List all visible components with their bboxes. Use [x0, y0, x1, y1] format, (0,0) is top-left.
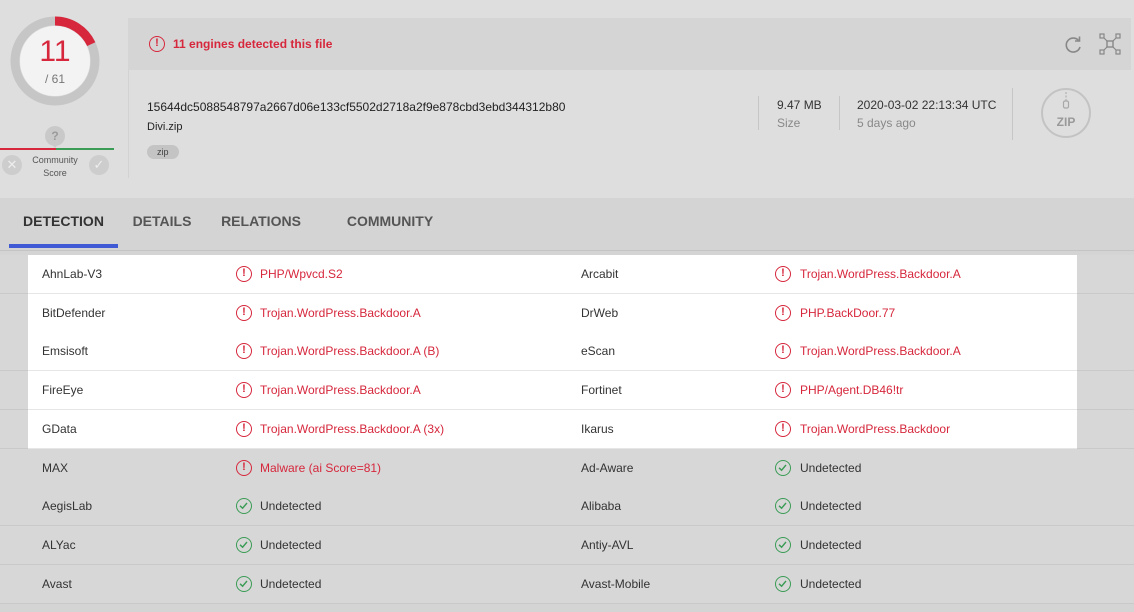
- zip-file-type-label: ZIP: [1056, 115, 1076, 129]
- table-row: AhnLab-V3! PHP/Wpvcd.S2 Arcabit! Trojan.Wor…: [0, 255, 1134, 294]
- community-score-negative-bar: [0, 148, 56, 150]
- detected-alert-icon: !: [236, 420, 252, 437]
- engine-name: BitDefender: [42, 305, 106, 320]
- result-undetected: Undetected: [800, 460, 862, 475]
- result-detection-label[interactable]: Trojan.WordPress.Backdoor: [800, 410, 950, 449]
- result-detection-label[interactable]: Trojan.WordPress.Backdoor.A: [260, 371, 421, 410]
- file-tag[interactable]: zip: [147, 145, 179, 159]
- engine-name: Arcabit: [581, 267, 619, 281]
- engine-name: Ikarus: [581, 421, 614, 436]
- undetected-check-icon: [775, 536, 791, 553]
- meta-divider: [839, 96, 840, 130]
- table-row: GData! Trojan.WordPress.Backdoor.A (3x) Ik…: [0, 409, 1134, 449]
- tabs-divider: [0, 250, 1134, 251]
- engine-name: Alibaba: [581, 499, 622, 514]
- analysis-date-relative: 5 days ago: [857, 116, 916, 130]
- undetected-check-icon: [775, 498, 791, 515]
- engine-name: GData: [42, 421, 77, 436]
- question-mark-icon: ?: [45, 126, 65, 148]
- graph-view-icon[interactable]: [1099, 33, 1121, 55]
- detection-banner: ! 11 engines detected this file: [128, 18, 1131, 70]
- undetected-check-icon: [775, 459, 791, 476]
- result-undetected: Undetected: [800, 537, 862, 552]
- engine-name: Avast-Mobile: [581, 576, 651, 591]
- report-tabs: DETECTION DETAILS RELATIONS COMMUNITY: [0, 198, 1134, 250]
- detected-alert-icon: !: [236, 304, 252, 321]
- result-undetected: Undetected: [800, 499, 862, 514]
- detected-row-highlight: [28, 371, 1077, 411]
- detected-alert-icon: !: [236, 266, 252, 282]
- result-detection-label[interactable]: Trojan.WordPress.Backdoor.A (3x): [260, 410, 444, 449]
- vote-harmful-icon[interactable]: ✕: [2, 155, 22, 175]
- detected-alert-icon: !: [775, 420, 791, 437]
- detected-alert-icon: !: [236, 382, 252, 399]
- analysis-date-value: 2020-03-02 22:13:34 UTC: [857, 98, 997, 112]
- tab-relations[interactable]: RELATIONS: [214, 198, 308, 250]
- file-size-value: 9.47 MB: [777, 98, 822, 112]
- result-undetected: Undetected: [260, 576, 322, 591]
- detected-row-highlight: [28, 293, 1077, 333]
- engine-name: Antiy-AVL: [581, 537, 634, 552]
- result-undetected: Undetected: [260, 499, 322, 514]
- engine-name: AhnLab-V3: [42, 267, 103, 281]
- result-detection-label[interactable]: Trojan.WordPress.Backdoor.A: [260, 294, 421, 333]
- table-row: BitDefender! Trojan.WordPress.Backdoor.A D…: [0, 293, 1134, 333]
- detected-alert-icon: !: [775, 304, 791, 321]
- file-name: Divi.zip: [147, 121, 183, 133]
- result-detection-label[interactable]: Trojan.WordPress.Backdoor.A: [800, 332, 961, 371]
- file-hash[interactable]: 15644dc5088548797a2667d06e133cf5502d2718…: [147, 100, 565, 114]
- result-detection-label[interactable]: Malware (ai Score=81): [260, 449, 381, 488]
- result-detection-label[interactable]: Trojan.WordPress.Backdoor.A (B): [260, 332, 439, 371]
- undetected-check-icon: [236, 575, 252, 592]
- meta-divider: [1012, 88, 1013, 140]
- engine-name: FireEye: [42, 383, 84, 398]
- reanalyze-icon[interactable]: [1062, 34, 1084, 56]
- result-undetected: Undetected: [260, 537, 322, 552]
- detection-results-table: AhnLab-V3! PHP/Wpvcd.S2 Arcabit! Trojan.Wor…: [0, 255, 1134, 612]
- meta-divider: [758, 96, 759, 130]
- vote-harmless-icon[interactable]: ✓: [89, 155, 109, 175]
- table-row: Avast Undetected Avast-Mobile Undetected: [0, 564, 1134, 604]
- tab-community[interactable]: COMMUNITY: [338, 198, 442, 250]
- file-size-label: Size: [777, 116, 801, 130]
- engine-name: DrWeb: [581, 305, 619, 320]
- result-detection-label[interactable]: Trojan.WordPress.Backdoor.A: [800, 255, 961, 294]
- engine-name: eScan: [581, 344, 616, 359]
- engine-total: / 61: [44, 72, 65, 86]
- detection-banner-text: 11 engines detected this file: [173, 37, 333, 51]
- engine-name: Avast: [42, 576, 72, 591]
- engine-name: AegisLab: [42, 499, 93, 514]
- undetected-check-icon: [775, 575, 791, 592]
- table-row: ALYac Undetected Antiy-AVL Undetected: [0, 525, 1134, 565]
- detected-alert-icon: !: [775, 266, 791, 282]
- community-score-positive-bar: [56, 148, 114, 150]
- table-row: FireEye! Trojan.WordPress.Backdoor.A Forti…: [0, 371, 1134, 411]
- engine-name: ALYac: [42, 537, 76, 552]
- undetected-check-icon: [236, 498, 252, 515]
- result-detection-label[interactable]: PHP/Agent.DB46!tr: [800, 371, 903, 410]
- engine-name: Ad-Aware: [581, 460, 634, 475]
- result-undetected: Undetected: [800, 576, 862, 591]
- tab-details[interactable]: DETAILS: [126, 198, 198, 250]
- alert-icon: !: [149, 36, 165, 52]
- community-score-label: Community Score: [32, 155, 78, 178]
- engine-name: Fortinet: [581, 383, 622, 398]
- detection-count: 11: [39, 35, 71, 68]
- engine-name: MAX: [42, 460, 69, 475]
- detection-score-widget: 11 / 61 ? ✕ ✓ Community Score: [0, 0, 116, 190]
- undetected-check-icon: [236, 536, 252, 553]
- table-row: Emsisoft! Trojan.WordPress.Backdoor.A (B)…: [0, 332, 1134, 372]
- zipper-icon: [1062, 92, 1070, 109]
- table-row: MAX! Malware (ai Score=81) Ad-Aware Undetec…: [0, 448, 1134, 488]
- file-summary-panel: 11 / 61 ? ✕ ✓ Community Score ! 11 engine…: [0, 0, 1134, 198]
- result-detection-label[interactable]: PHP/Wpvcd.S2: [260, 255, 343, 294]
- engine-name: Emsisoft: [42, 344, 89, 359]
- table-row: AegisLab Undetected Alibaba Undetected: [0, 487, 1134, 527]
- tab-detection[interactable]: DETECTION: [9, 198, 118, 250]
- result-detection-label[interactable]: PHP.BackDoor.77: [800, 294, 895, 333]
- detected-alert-icon: !: [775, 382, 791, 399]
- active-tab-indicator: [9, 244, 118, 248]
- detected-alert-icon: !: [236, 459, 252, 476]
